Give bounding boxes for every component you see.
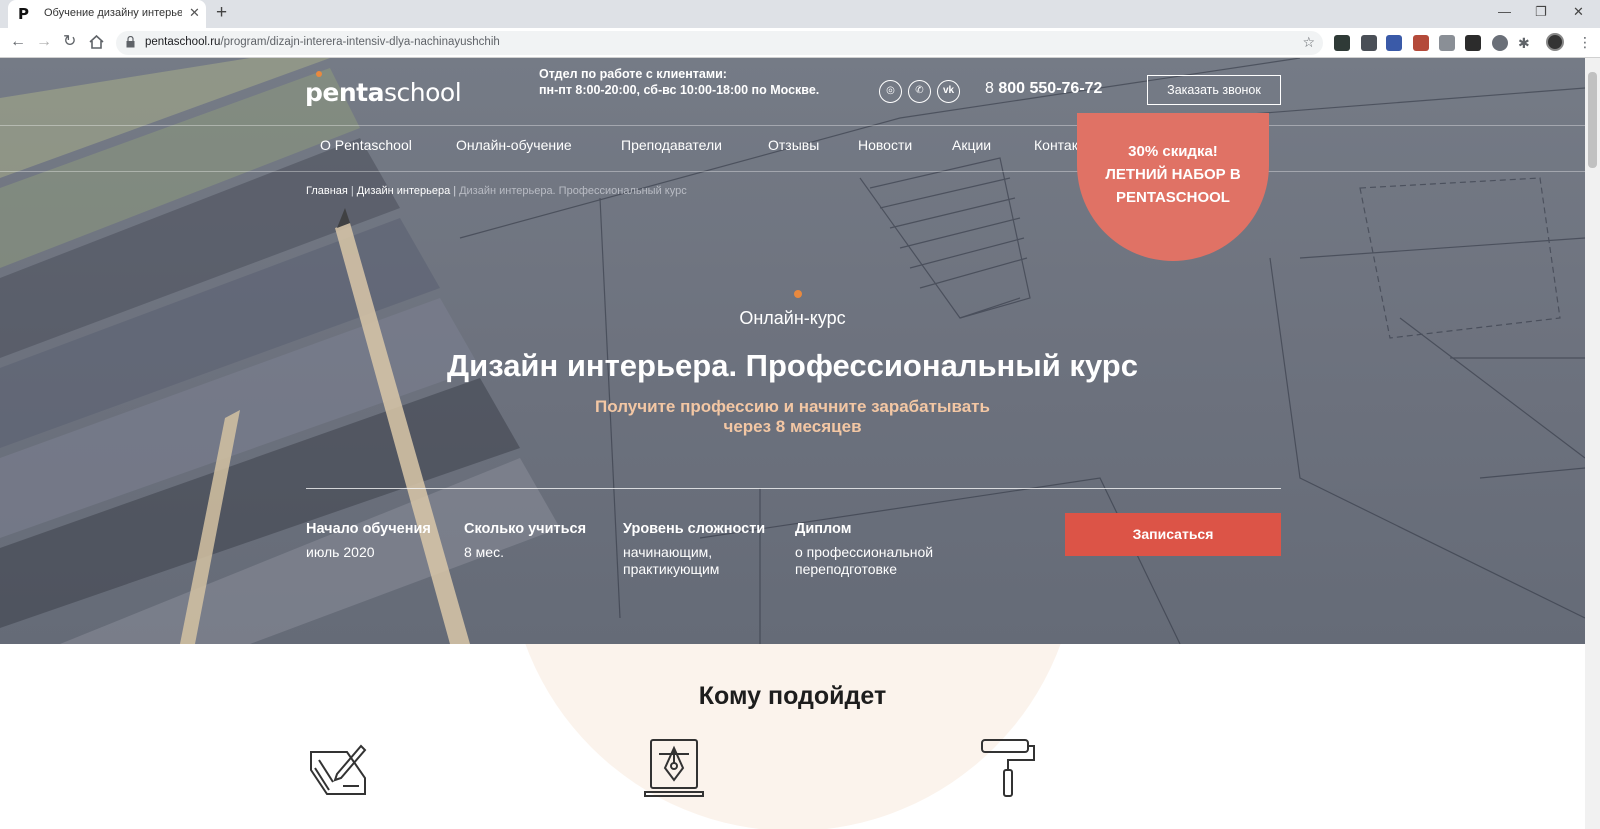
stat-diploma-value: о профессиональной переподготовке (795, 544, 934, 577)
scrollbar-thumb[interactable] (1588, 72, 1597, 168)
address-bar[interactable]: pentaschool.ru/program/dizajn-interera-i… (116, 31, 1323, 55)
stat-level-label: Уровень сложности (623, 521, 766, 537)
forward-icon[interactable]: → (36, 34, 52, 50)
page-title: Дизайн интерьера. Профессиональный курс (447, 348, 1138, 383)
promo-discount: 30% скидка! (1128, 143, 1218, 160)
accent-dot (794, 290, 802, 298)
callback-button[interactable]: Заказать звонок (1147, 75, 1281, 105)
bookmark-star-icon[interactable]: ☆ (1302, 34, 1315, 51)
paint-roller-icon (981, 739, 1035, 797)
reload-icon[interactable]: ↻ (63, 34, 76, 50)
audience-section-title: Кому подойдет (698, 682, 887, 710)
nav-item-reviews[interactable]: Отзывы (768, 137, 819, 153)
signup-button[interactable]: Записаться (1065, 513, 1281, 556)
nav-item-about[interactable]: О Pentaschool (320, 137, 412, 153)
promo-line3: PENTASCHOOL (1116, 189, 1230, 206)
browser-toolbar: ← → ↻ pentaschool.ru/program/dizajn-inte… (0, 28, 1600, 58)
browser-menu-icon[interactable]: ⋮ (1578, 34, 1592, 51)
stat-start-value: июль 2020 (306, 544, 375, 560)
breadcrumb-section[interactable]: Дизайн интерьера (357, 185, 450, 197)
breadcrumb: Главная | Дизайн интерьера | Дизайн интерьер… (306, 185, 687, 197)
vk-icon[interactable]: vk (937, 80, 960, 103)
profile-avatar[interactable] (1546, 33, 1564, 51)
nav-item-online-learning[interactable]: Онлайн-обучение (456, 137, 572, 153)
site-favicon-icon: P (18, 5, 29, 23)
breadcrumb-current: Дизайн интерьера. Профессиональный курс (459, 185, 687, 197)
close-tab-icon[interactable]: ✕ (189, 5, 200, 21)
timer-extension-icon[interactable] (1386, 35, 1402, 51)
page-viewport: pentaschool Отдел по работе с клиентами:… (0, 58, 1585, 829)
client-service-hours: пн-пт 8:00-20:00, сб-вс 10:00-18:00 по М… (539, 83, 820, 97)
pdf-extension-icon[interactable] (1413, 35, 1429, 51)
course-subtitle: Получите профессию и начните зарабатыват… (595, 397, 990, 436)
screenshot-extension-icon[interactable] (1465, 35, 1481, 51)
logo-text-penta: penta (305, 78, 384, 107)
nav-item-promotions[interactable]: Акции (952, 137, 991, 153)
eyedropper-icon[interactable] (1361, 35, 1377, 51)
stat-duration-value: 8 мес. (464, 544, 504, 560)
whatsapp-icon[interactable]: ✆ (908, 80, 931, 103)
pentaschool-logo[interactable]: pentaschool (305, 71, 462, 112)
client-service-info: Отдел по работе с клиентами: пн-пт 8:00-… (539, 66, 819, 98)
back-icon[interactable]: ← (10, 34, 26, 50)
tab-title: Обучение дизайну интерьера, о (44, 7, 182, 19)
nav-item-news[interactable]: Новости (858, 137, 912, 153)
nav-bottom-line (0, 171, 1585, 172)
stat-diploma-label: Диплом (795, 521, 852, 537)
puzzle-extensions-icon[interactable]: ✱ (1518, 35, 1534, 51)
nav-top-line (0, 125, 1585, 126)
hero-section: pentaschool Отдел по работе с клиентами:… (0, 58, 1585, 644)
lock-icon (126, 36, 135, 48)
page-scrollbar[interactable] (1585, 58, 1600, 829)
extension-leaf-icon[interactable] (1334, 35, 1350, 51)
browser-tab-bar: P Обучение дизайну интерьера, о ✕ + — ❐ … (0, 0, 1600, 28)
restore-icon[interactable]: ❐ (1535, 4, 1547, 20)
stat-start-label: Начало обучения (306, 521, 431, 537)
course-type: Онлайн-курс (739, 308, 846, 328)
laptop-pen-tool-icon (644, 739, 704, 797)
nav-item-teachers[interactable]: Преподаватели (621, 137, 722, 153)
browser-tab[interactable]: P Обучение дизайну интерьера, о ✕ (8, 0, 206, 28)
instagram-icon[interactable]: ◎ (879, 80, 902, 103)
minimize-icon[interactable]: — (1498, 4, 1511, 19)
home-icon[interactable] (89, 34, 104, 53)
image-extension-icon[interactable] (1439, 35, 1455, 51)
logo-text-school: school (383, 78, 462, 107)
hero-divider (306, 488, 1281, 489)
promo-line2: ЛЕТНИЙ НАБОР В (1105, 166, 1241, 183)
logo-dot-icon (316, 71, 322, 77)
breadcrumb-home[interactable]: Главная (306, 185, 348, 197)
stat-duration-label: Сколько учиться (464, 521, 587, 537)
drawing-tablet-icon (310, 744, 367, 795)
chat-extension-icon[interactable] (1492, 35, 1508, 51)
client-service-title: Отдел по работе с клиентами: (539, 67, 727, 81)
stat-level-value: начинающим, практикующим (623, 544, 720, 577)
phone-number[interactable]: 8 800 550-76-72 (985, 80, 1102, 98)
new-tab-icon[interactable]: + (216, 3, 227, 23)
url-text: pentaschool.ru/program/dizajn-interera-i… (145, 36, 500, 48)
close-window-icon[interactable]: ✕ (1573, 4, 1584, 20)
